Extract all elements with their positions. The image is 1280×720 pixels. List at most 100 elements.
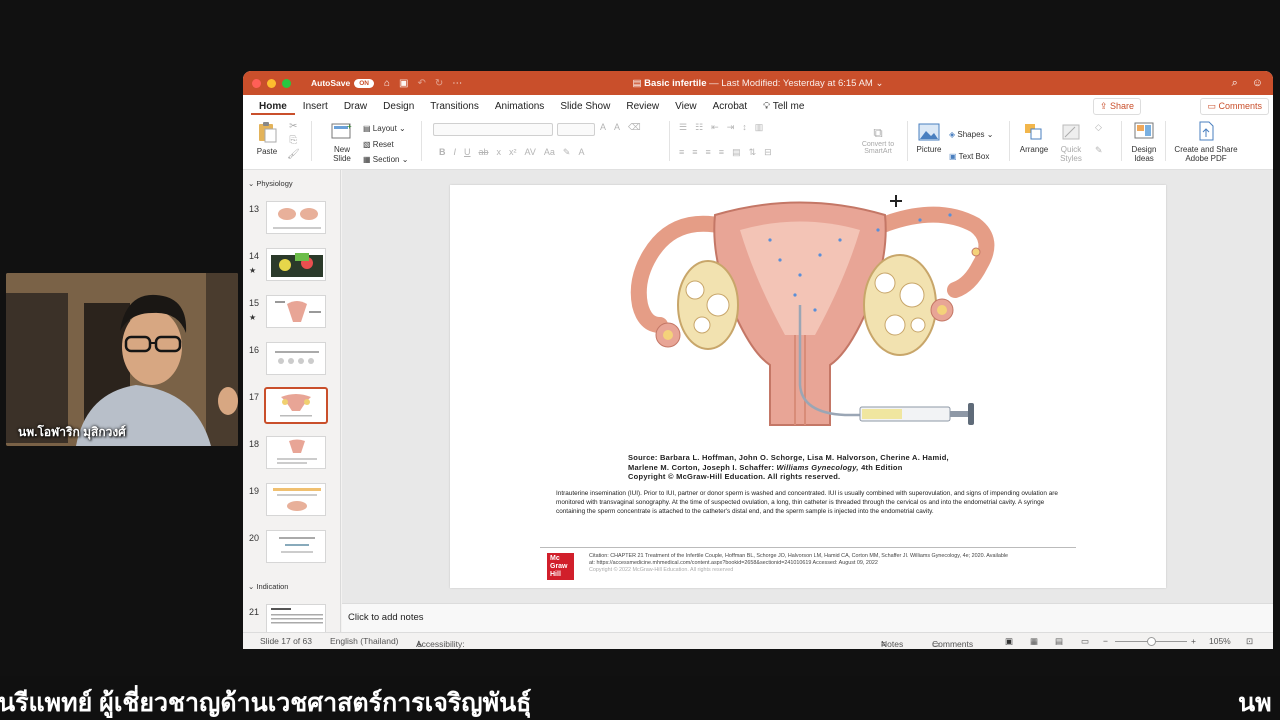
reset-icon: ▧ <box>363 139 371 149</box>
text-direction-icon[interactable]: ⇅ <box>749 147 757 158</box>
format-painter-icon[interactable]: 🖌︎ <box>287 148 300 162</box>
font-size-dropdown[interactable] <box>557 123 595 136</box>
bullets-icon[interactable]: ☰ <box>679 122 687 133</box>
comments-button[interactable]: ▭ Comments <box>1200 98 1269 115</box>
normal-view-icon[interactable]: ▣ <box>1005 636 1013 647</box>
fit-to-window-icon[interactable]: ⊡ <box>1246 636 1253 647</box>
layout-button[interactable]: ▤ Layout ⌄ <box>363 121 408 137</box>
grow-font-icon[interactable]: A <box>600 122 606 133</box>
align-center-icon[interactable]: ≡ <box>692 147 697 158</box>
font-color-icon[interactable]: A <box>578 147 584 158</box>
tab-view[interactable]: View <box>667 101 705 115</box>
tab-tell-me[interactable]: 💡︎ Tell me <box>755 101 812 115</box>
convert-smartart-button[interactable]: ⧉ Convert to SmartArt <box>853 125 903 155</box>
thumbnail-slide-20[interactable]: 20 <box>243 530 341 570</box>
distribute-icon[interactable]: ▤ <box>732 147 741 158</box>
design-ideas-button[interactable]: Design Ideas <box>1127 121 1161 163</box>
tab-insert[interactable]: Insert <box>295 101 336 115</box>
document-modified[interactable]: — Last Modified: Yesterday at 6:15 AM ⌄ <box>709 78 883 89</box>
thumbnail-slide-15[interactable]: 15 ★ <box>243 295 341 335</box>
zoom-level[interactable]: 105% <box>1209 636 1231 646</box>
slide-show-icon[interactable]: ▭ <box>1081 636 1089 647</box>
superscript-icon[interactable]: x² <box>509 147 517 158</box>
search-icon[interactable]: ⌕ <box>1232 77 1238 90</box>
notes-pane[interactable]: Click to add notes <box>342 603 1273 632</box>
line-spacing-icon[interactable]: ↕ <box>742 122 747 133</box>
tab-slide-show[interactable]: Slide Show <box>552 101 618 115</box>
more-icon[interactable]: ⋯ <box>452 78 462 89</box>
tab-animations[interactable]: Animations <box>487 101 552 115</box>
shrink-font-icon[interactable]: A <box>614 122 620 133</box>
numbering-icon[interactable]: ☷ <box>695 122 703 133</box>
account-icon[interactable]: ☺ <box>1252 77 1263 90</box>
slide-sorter-icon[interactable]: ▦ <box>1030 636 1038 647</box>
align-text-icon[interactable]: ⊟ <box>764 147 772 158</box>
bold-icon[interactable]: B <box>439 147 446 158</box>
tab-design[interactable]: Design <box>375 101 422 115</box>
tab-review[interactable]: Review <box>618 101 667 115</box>
new-slide-button[interactable]: + New Slide <box>327 121 357 163</box>
justify-icon[interactable]: ≡ <box>719 147 724 158</box>
columns-icon[interactable]: ▥ <box>755 122 764 133</box>
text-box-button[interactable]: ▣ Text Box <box>949 146 993 168</box>
home-icon[interactable]: ⌂ <box>384 78 390 89</box>
change-case-icon[interactable]: Aa <box>544 147 555 158</box>
italic-icon[interactable]: I <box>454 147 457 158</box>
ticker-text: ันรีแพทย์ ผู้เชี่ยวชาญด้านเวชศาสตร์การเจ… <box>0 689 532 717</box>
quick-styles-button[interactable]: Quick Styles <box>1055 123 1087 163</box>
current-slide[interactable]: Source: Barbara L. Hoffman, John O. Scho… <box>450 185 1166 588</box>
font-name-dropdown[interactable] <box>433 123 553 136</box>
screen: AutoSave ON ⌂ ▣ ↶ ↻ ⋯ ▤ Basic infertile … <box>0 0 1280 720</box>
paste-button[interactable]: Paste <box>253 121 281 156</box>
share-label: Share <box>1109 101 1134 111</box>
tab-draw[interactable]: Draw <box>336 101 375 115</box>
align-right-icon[interactable]: ≡ <box>706 147 711 158</box>
thumbnail-slide-18[interactable]: 18 <box>243 436 341 476</box>
cut-icon[interactable]: ✂ <box>287 120 300 134</box>
thumbnail-slide-14[interactable]: 14 ★ <box>243 248 341 288</box>
undo-icon[interactable]: ↶ <box>417 78 425 89</box>
share-button[interactable]: ⇪ Share <box>1092 98 1141 115</box>
section-physiology[interactable]: ⌄ Physiology <box>248 179 293 188</box>
shape-outline-icon[interactable]: ✎ <box>1095 145 1103 156</box>
increase-indent-icon[interactable]: ⇥ <box>727 122 735 133</box>
char-spacing-icon[interactable]: AV <box>525 147 536 158</box>
adobe-pdf-button[interactable]: Create and Share Adobe PDF <box>1171 121 1241 163</box>
zoom-slider-handle[interactable] <box>1147 637 1156 646</box>
autosave-toggle[interactable]: ON <box>354 78 374 88</box>
source-line-1: Source: Barbara L. Hoffman, John O. Scho… <box>628 453 949 462</box>
reset-button[interactable]: ▧ Reset <box>363 137 408 153</box>
tab-acrobat[interactable]: Acrobat <box>705 101 755 115</box>
thumbnail-slide-19[interactable]: 19 <box>243 483 341 523</box>
arrange-button[interactable]: Arrange <box>1017 123 1051 154</box>
align-left-icon[interactable]: ≡ <box>679 147 684 158</box>
zoom-out-icon[interactable]: − <box>1103 636 1108 646</box>
language-indicator[interactable]: English (Thailand) <box>330 636 399 646</box>
shapes-button[interactable]: ◈ Shapes ⌄ <box>949 124 993 146</box>
section-button[interactable]: ▦ Section ⌄ <box>363 152 408 168</box>
highlight-icon[interactable]: ✎ <box>563 147 571 158</box>
decrease-indent-icon[interactable]: ⇤ <box>711 122 719 133</box>
thumbnail-slide-13[interactable]: 13 <box>243 201 341 241</box>
strike-icon[interactable]: ab <box>479 147 489 158</box>
minimize-window-button[interactable] <box>267 78 276 88</box>
save-icon[interactable]: ▣ <box>399 78 408 89</box>
clear-format-icon[interactable]: ⌫ <box>628 122 641 133</box>
thumbnail-slide-17[interactable]: 17 <box>243 387 341 429</box>
zoom-in-icon[interactable]: + <box>1191 636 1196 646</box>
copy-icon[interactable]: ⎘ <box>287 134 300 148</box>
picture-button[interactable]: Picture <box>913 123 945 154</box>
thumbnail-slide-16[interactable]: 16 <box>243 342 341 382</box>
thumbnail-slide-21[interactable]: 21 <box>243 604 341 632</box>
underline-icon[interactable]: U <box>464 147 471 158</box>
redo-icon[interactable]: ↻ <box>435 78 443 89</box>
smartart-icon: ⧉ <box>873 125 883 140</box>
tab-transitions[interactable]: Transitions <box>422 101 487 115</box>
tab-home[interactable]: Home <box>251 101 295 115</box>
reading-view-icon[interactable]: ▤ <box>1055 636 1063 647</box>
shape-fill-icon[interactable]: ◇ <box>1095 122 1103 133</box>
close-window-button[interactable] <box>252 78 261 88</box>
section-indication[interactable]: ⌄ Indication <box>248 582 288 591</box>
subscript-icon[interactable]: x <box>497 147 502 158</box>
zoom-window-button[interactable] <box>282 78 291 88</box>
